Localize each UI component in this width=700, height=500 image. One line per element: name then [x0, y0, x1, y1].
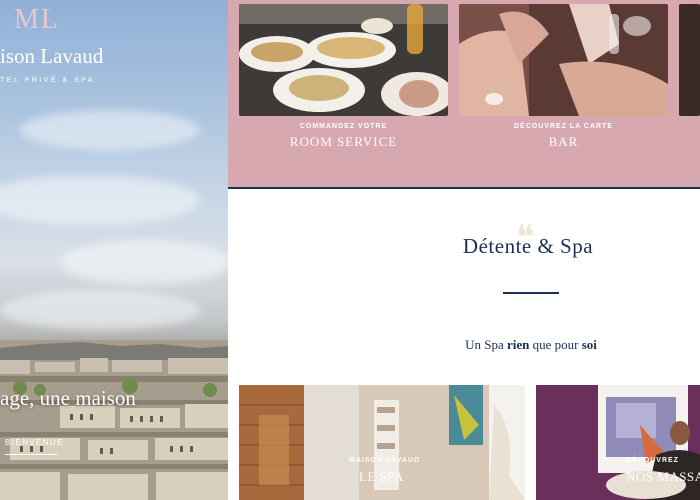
cloud	[60, 240, 228, 285]
services-band: COMMANDEZ VOTRE ROOM SERVICE DÉCOUVREZ L…	[228, 0, 700, 189]
bar-image	[459, 4, 668, 116]
hero-heading: age, une maison	[0, 386, 136, 410]
spa-subtitle: Un Spa rien que pour soi	[465, 337, 597, 352]
brand-name[interactable]: ison Lavaud	[0, 44, 103, 69]
partial-tile[interactable]	[679, 4, 700, 116]
bar-title[interactable]: BAR	[459, 134, 668, 150]
room-service-title[interactable]: ROOM SERVICE	[239, 134, 448, 150]
cloud	[0, 175, 200, 225]
welcome-link[interactable]: BIENVENUE	[5, 438, 62, 455]
city-skyline-image	[0, 340, 228, 500]
room-service-kicker: COMMANDEZ VOTRE	[299, 123, 388, 130]
brand-tagline: TEL PRIVÉ & SPA	[0, 77, 96, 84]
hero-panel: ML ison Lavaud TEL PRIVÉ & SPA age, une …	[0, 0, 228, 500]
cloud	[0, 290, 200, 330]
cloud	[20, 110, 200, 150]
brand-monogram[interactable]: ML	[14, 4, 60, 36]
massage-card-kicker: DÉCOUVREZ	[626, 457, 679, 464]
spa-card-kicker: MAISON LAVAUD	[349, 457, 421, 464]
room-service-tile[interactable]	[239, 4, 448, 116]
bar-kicker: DÉCOUVREZ LA CARTE	[513, 123, 614, 130]
massage-card-title[interactable]: NOS MASSA	[626, 469, 700, 485]
spa-section-title: Détente & Spa	[462, 234, 594, 258]
title-divider	[503, 292, 559, 294]
spa-card-title[interactable]: LE SPA	[359, 469, 404, 485]
bar-tile[interactable]	[459, 4, 668, 116]
room-service-image	[239, 4, 448, 116]
